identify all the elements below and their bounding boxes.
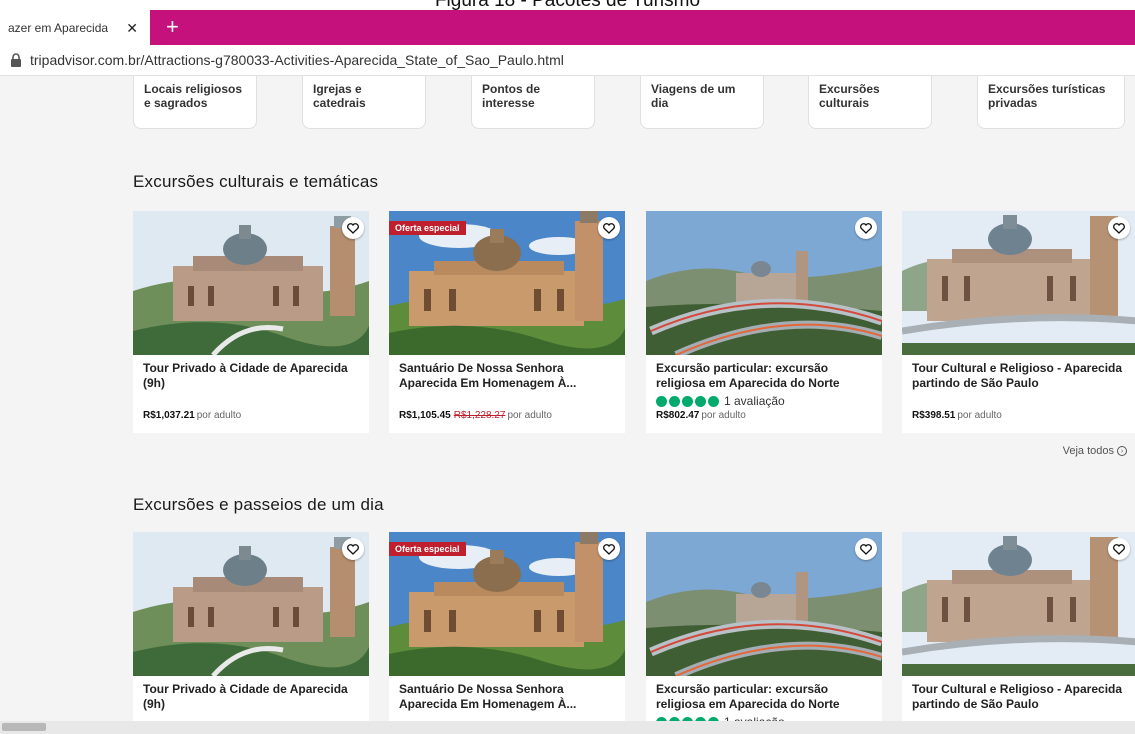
rating: 1 avaliação — [656, 394, 785, 408]
browser-tab[interactable]: azer em Aparecida ✕ — [0, 10, 150, 45]
rating-bubble-icon — [708, 395, 719, 407]
tour-title[interactable]: Tour Privado à Cidade de Aparecida (9h) — [143, 361, 363, 391]
tour-image — [133, 211, 369, 355]
tour-card[interactable]: Tour Privado à Cidade de Aparecida (9h) — [133, 532, 369, 734]
heart-icon[interactable] — [598, 538, 620, 560]
heart-icon[interactable] — [855, 217, 877, 239]
heart-icon[interactable] — [1108, 217, 1130, 239]
category-pontos-interesse[interactable]: Pontos de interesse — [471, 76, 595, 129]
tour-price: R$802.47 por adulto — [656, 410, 746, 421]
category-label: Viagens de um dia — [651, 82, 736, 110]
heart-icon[interactable] — [342, 538, 364, 560]
category-label: Igrejas e catedrais — [313, 82, 366, 110]
tour-price: R$1,105.45 R$1,228.27 por adulto — [399, 410, 552, 421]
see-all-link[interactable]: Veja todos › — [1063, 445, 1127, 457]
tour-price: R$1,037.21 por adulto — [143, 410, 241, 421]
chevron-right-icon: › — [1117, 446, 1127, 456]
heart-icon[interactable] — [342, 217, 364, 239]
tour-title[interactable]: Excursão particular: excursão religiosa … — [656, 361, 876, 391]
price-unit: por adulto — [507, 410, 552, 421]
tour-title[interactable]: Excursão particular: excursão religiosa … — [656, 682, 876, 712]
heart-icon[interactable] — [855, 538, 877, 560]
section-title-passeios: Excursões e passeios de um dia — [133, 495, 384, 514]
scrollbar-thumb[interactable] — [2, 723, 46, 731]
tour-image — [646, 532, 882, 676]
tour-image — [133, 532, 369, 676]
tour-title[interactable]: Tour Privado à Cidade de Aparecida (9h) — [143, 682, 363, 712]
category-label: Excursões turísticas privadas — [988, 82, 1106, 110]
price-unit: por adulto — [957, 410, 1002, 421]
tour-title[interactable]: Tour Cultural e Religioso - Aparecida pa… — [912, 682, 1132, 712]
special-offer-badge: Oferta especial — [389, 221, 466, 235]
tour-card[interactable]: Tour Privado à Cidade de Aparecida (9h) … — [133, 211, 369, 433]
price-value: R$1,105.45 — [399, 410, 451, 421]
tab-close-icon[interactable]: ✕ — [126, 20, 138, 37]
new-tab-button[interactable]: + — [166, 15, 179, 39]
tour-card[interactable]: Tour Cultural e Religioso - Aparecida pa… — [902, 532, 1135, 734]
category-locais-religiosos[interactable]: Locais religiosos e sagrados — [133, 76, 257, 129]
rating-bubble-icon — [656, 395, 667, 407]
tour-card[interactable]: Tour Cultural e Religioso - Aparecida pa… — [902, 211, 1135, 433]
category-igrejas[interactable]: Igrejas e catedrais — [302, 76, 426, 129]
section-title-culturais: Excursões culturais e temáticas — [133, 172, 379, 191]
tour-image — [902, 532, 1135, 676]
tour-price: R$398.51 por adulto — [912, 410, 1002, 421]
category-label: Pontos de interesse — [482, 82, 541, 110]
figure-caption: Figura 18 - Pacotes de Turismo — [0, 0, 1135, 10]
page-content: Locais religiosos e sagrados Igrejas e c… — [0, 76, 1135, 734]
old-price: R$1,228.27 — [453, 410, 506, 421]
category-label: Locais religiosos e sagrados — [144, 82, 243, 110]
special-offer-badge: Oferta especial — [389, 542, 466, 556]
category-row: Locais religiosos e sagrados Igrejas e c… — [133, 76, 1135, 131]
price-unit: por adulto — [701, 410, 746, 421]
tour-card[interactable]: Excursão particular: excursão religiosa … — [646, 532, 882, 734]
tab-title: azer em Aparecida — [8, 20, 109, 35]
see-all-label: Veja todos — [1062, 445, 1114, 457]
address-bar[interactable]: tripadvisor.com.br/Attractions-g780033-A… — [0, 45, 1135, 76]
category-viagens-dia[interactable]: Viagens de um dia — [640, 76, 764, 129]
tour-title[interactable]: Tour Cultural e Religioso - Aparecida pa… — [912, 361, 1132, 391]
rating-bubble-icon — [695, 395, 706, 407]
rating-count[interactable]: 1 avaliação — [724, 394, 785, 408]
tour-image — [902, 211, 1135, 355]
price-value: R$1,037.21 — [143, 410, 195, 421]
figure-caption-text: Figura 18 - Pacotes de Turismo — [0, 0, 1135, 10]
rating-bubble-icon — [669, 395, 680, 407]
heart-icon[interactable] — [598, 217, 620, 239]
category-excursoes-culturais[interactable]: Excursões culturais — [808, 76, 932, 129]
rating-bubble-icon — [682, 395, 693, 407]
browser-tab-bar: azer em Aparecida ✕ + — [0, 10, 1135, 45]
price-value: R$802.47 — [656, 410, 700, 421]
category-excursoes-privadas[interactable]: Excursões turísticas privadas — [977, 76, 1125, 129]
tour-title[interactable]: Santuário De Nossa Senhora Aparecida Em … — [399, 682, 619, 712]
url-text[interactable]: tripadvisor.com.br/Attractions-g780033-A… — [30, 52, 564, 68]
horizontal-scrollbar[interactable] — [0, 721, 1135, 734]
tour-title[interactable]: Santuário De Nossa Senhora Aparecida Em … — [399, 361, 619, 391]
price-value: R$398.51 — [912, 410, 956, 421]
tour-card[interactable]: Oferta especial Santuário De Nossa Senho… — [389, 532, 625, 734]
category-label: Excursões culturais — [819, 82, 880, 110]
heart-icon[interactable] — [1108, 538, 1130, 560]
tour-card[interactable]: Oferta especial Santuário De Nossa Senho… — [389, 211, 625, 433]
price-unit: por adulto — [196, 410, 242, 421]
tour-card[interactable]: Excursão particular: excursão religiosa … — [646, 211, 882, 433]
lock-icon — [10, 53, 22, 67]
tour-image — [646, 211, 882, 355]
